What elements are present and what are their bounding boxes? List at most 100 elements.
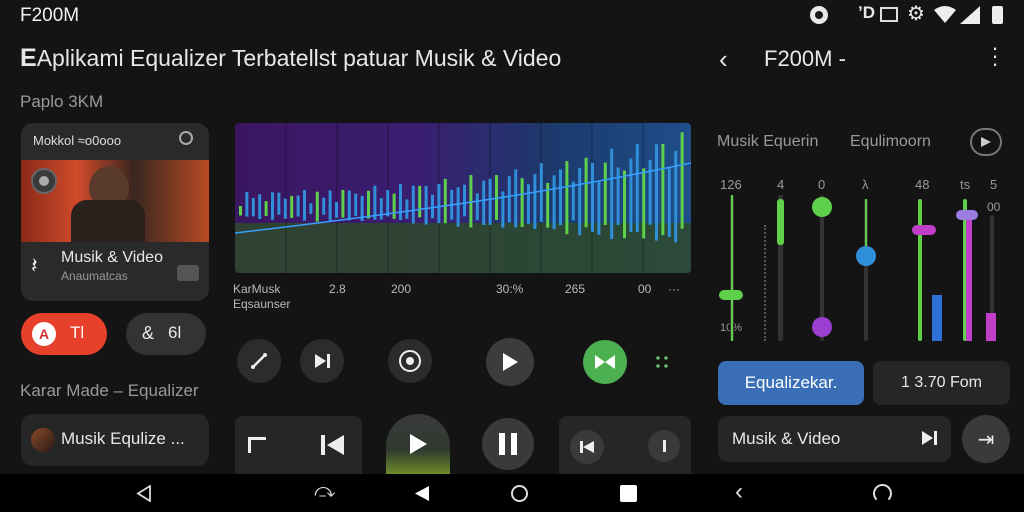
pause-button[interactable] (482, 418, 534, 470)
rewind-icon[interactable] (320, 434, 346, 456)
cellular-icon (960, 6, 980, 24)
play-large-button[interactable] (386, 414, 450, 474)
record-icon (810, 6, 828, 24)
target-icon (399, 350, 421, 372)
eq-knob[interactable] (812, 317, 832, 337)
eq-knob[interactable] (912, 225, 936, 235)
spectrum-bar (411, 185, 415, 224)
shuffle-icon (251, 353, 267, 369)
spectrum-bar (667, 168, 671, 238)
list-item-label: Musik Equlize ... (61, 429, 185, 448)
spectrum-bar (354, 193, 358, 217)
spectrum-bar (386, 189, 390, 217)
play-circle-button[interactable] (970, 128, 1002, 156)
cast-icon[interactable] (177, 265, 199, 281)
spectrum-bar (527, 184, 530, 224)
spectrum-bars (235, 123, 691, 273)
eq-track (918, 199, 922, 341)
spectrum-bar (674, 150, 678, 243)
eq-knob[interactable] (777, 199, 784, 245)
spectrum-bar (309, 203, 313, 214)
eq-knob[interactable] (719, 290, 743, 300)
skip-next-icon[interactable] (920, 430, 938, 446)
visualizer-label: KarMusk (233, 282, 281, 296)
media-list-item[interactable]: Musik & Video (718, 416, 951, 462)
tab-equlimoorn[interactable]: Equlimoorn (850, 133, 931, 151)
spectrum-bar (328, 190, 332, 221)
spectrum-bar (655, 144, 658, 241)
spectrum-bar (680, 132, 684, 229)
back-arrow-icon[interactable]: ‹ (719, 44, 728, 75)
target-button[interactable] (388, 339, 432, 383)
title-text: Aplikami Equalizer Terbatellst patuar Mu… (36, 45, 562, 71)
section-label-2: Karar Made – Equalizer (20, 381, 199, 400)
spectrum-bar (290, 195, 294, 218)
home-icon[interactable] (511, 485, 528, 502)
media-card[interactable]: Mokkol ≈o0ooo 𝄽 Musik & Video Anaumatcas (21, 123, 209, 301)
list-item[interactable]: Musik Equlize ... (21, 414, 209, 466)
spectrum-bar (373, 185, 377, 220)
primary-toggle-button[interactable]: A Tl (21, 313, 107, 355)
squiggle-icon[interactable]: ⤼ (314, 480, 335, 503)
title-initial: E (20, 44, 37, 72)
refresh-icon[interactable] (873, 484, 892, 503)
spectrum-bar (584, 157, 588, 228)
spectrum-bar (488, 178, 492, 225)
eq-knob[interactable] (856, 246, 876, 266)
status-bar: F200M ʼD ⚙ (0, 0, 1024, 32)
pause-icon (499, 433, 517, 455)
spectrum-bar (405, 199, 409, 219)
visualizer-tick: 2.8 (329, 282, 346, 296)
info-button[interactable] (648, 430, 680, 462)
visualizer-floor (235, 223, 691, 273)
avatar (31, 428, 55, 452)
spectrum-bar (578, 167, 582, 236)
spectrum-bar (379, 198, 383, 220)
slider-label: 0 (818, 177, 826, 192)
secondary-toggle-button[interactable]: & 6l (126, 313, 206, 355)
status-time: F200M (20, 5, 80, 26)
spectrum-bar (277, 192, 281, 215)
equalizer-button[interactable]: Equalizekar. (718, 361, 864, 405)
navigation-bar: ⤼ ‹ (0, 474, 1024, 512)
next-button[interactable] (300, 339, 344, 383)
spectrum-bar (591, 162, 594, 232)
previous-button[interactable] (570, 430, 604, 464)
spectrum-bar (507, 176, 511, 223)
eq-knob[interactable] (812, 197, 832, 217)
play-icon[interactable] (414, 485, 430, 502)
primary-toggle-label: Tl (70, 323, 85, 342)
play-button[interactable] (486, 338, 534, 386)
spectrum-bar (482, 180, 486, 226)
right-title: F200M - (764, 46, 846, 71)
more-options-icon[interactable]: · · · (990, 37, 1000, 75)
spectrum-bar (322, 197, 326, 215)
artist-image (21, 160, 209, 242)
back-icon[interactable] (136, 485, 152, 502)
eq-knob[interactable] (956, 210, 978, 220)
share-button[interactable]: ⇥ (962, 415, 1010, 463)
tab-musik-equerin[interactable]: Musik Equerin (717, 133, 818, 151)
spectrum-bar (399, 184, 402, 221)
grid-icon[interactable] (654, 354, 670, 370)
search-icon[interactable] (179, 131, 193, 145)
playlist-icon[interactable] (248, 437, 266, 453)
spectrum-bar (463, 184, 466, 217)
spectrum-bar (565, 161, 569, 235)
spectrum-bar (475, 193, 479, 221)
spectrum-bar (661, 143, 665, 236)
recents-icon[interactable] (620, 485, 637, 502)
visualizer-tick: 265 (565, 282, 586, 296)
play-icon (410, 434, 427, 454)
spectrum-bar (264, 201, 268, 216)
chevron-left-icon[interactable]: ‹ (735, 478, 743, 506)
section-label: Paplo 3KM (20, 92, 104, 111)
bowtie-button[interactable] (583, 340, 627, 384)
shuffle-button[interactable] (237, 339, 281, 383)
spectrum-bar (648, 159, 652, 225)
spectrum-bar (597, 181, 601, 235)
spectrum-bar (296, 195, 300, 217)
card-header: Mokkol ≈o0ooo (33, 133, 122, 148)
spectrum-bar (520, 178, 524, 227)
avatar: A (32, 322, 56, 346)
